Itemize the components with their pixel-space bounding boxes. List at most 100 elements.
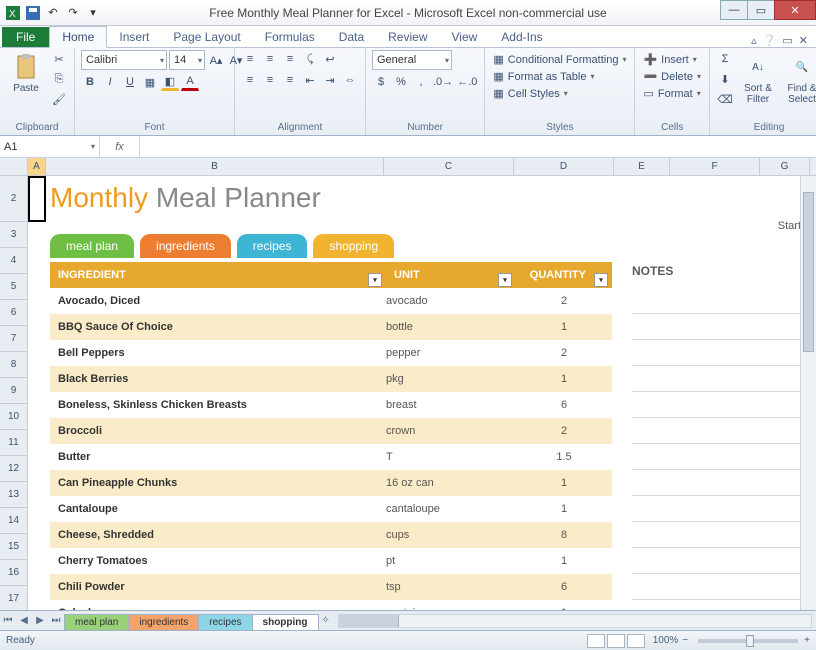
wrap-text-icon[interactable]: ↩ [321,50,339,68]
row-header[interactable]: 11 [0,430,27,456]
table-row[interactable]: Cantaloupecantaloupe1 [50,496,612,522]
font-name-combo[interactable]: Calibri [81,50,167,70]
sheet-tab-meal-plan[interactable]: meal plan [64,614,129,630]
row-header[interactable]: 14 [0,508,27,534]
sort-filter-button[interactable]: A↓ Sort & Filter [738,50,778,105]
underline-button[interactable]: U [121,73,139,91]
notes-line[interactable] [632,496,810,522]
minimize-button[interactable]: — [720,0,748,20]
redo-icon[interactable]: ↷ [64,4,82,22]
zoom-knob[interactable] [746,635,754,647]
row-header[interactable]: 12 [0,456,27,482]
insert-cells-button[interactable]: ➕Insert [641,52,698,67]
notes-line[interactable] [632,470,810,496]
notes-line[interactable] [632,600,810,610]
column-header[interactable]: C [384,158,514,175]
header-unit[interactable]: UNIT▾ [386,269,516,281]
comma-icon[interactable]: , [412,73,430,91]
tab-insert[interactable]: Insert [107,27,161,47]
orientation-icon[interactable]: ⤹ [301,50,319,68]
row-header[interactable]: 9 [0,378,27,404]
view-normal-icon[interactable] [587,634,605,648]
currency-icon[interactable]: $ [372,73,390,91]
notes-line[interactable] [632,366,810,392]
row-header[interactable]: 5 [0,274,27,300]
number-format-combo[interactable]: General [372,50,452,70]
tab-review[interactable]: Review [376,27,439,47]
decrease-decimal-icon[interactable]: ←.0 [456,73,478,91]
column-header[interactable]: F [670,158,760,175]
workbook-close-icon[interactable]: ✕ [799,34,808,47]
copy-icon[interactable]: ⎘ [50,70,68,88]
vertical-scrollbar[interactable] [800,176,816,610]
tab-nav-next-icon[interactable]: ▶ [32,615,48,626]
name-box[interactable]: A1 [0,136,100,157]
delete-cells-button[interactable]: ➖Delete [641,69,703,84]
planner-tab-meal-plan[interactable]: meal plan [50,234,134,258]
table-row[interactable]: Can Pineapple Chunks16 oz can1 [50,470,612,496]
undo-icon[interactable]: ↶ [44,4,62,22]
font-color-icon[interactable]: A [181,73,199,91]
notes-line[interactable] [632,548,810,574]
sheet-tab-ingredients[interactable]: ingredients [128,614,199,630]
horizontal-scrollbar[interactable] [338,614,812,628]
zoom-in-icon[interactable]: + [804,635,810,646]
increase-font-icon[interactable]: A▴ [207,51,225,69]
table-row[interactable]: Broccolicrown2 [50,418,612,444]
conditional-formatting-button[interactable]: ▦Conditional Formatting [491,52,628,67]
row-header[interactable]: 13 [0,482,27,508]
align-right-icon[interactable]: ≡ [281,71,299,89]
paste-button[interactable]: Paste [6,50,46,94]
planner-tab-shopping[interactable]: shopping [313,234,394,258]
filter-dropdown-icon[interactable]: ▾ [368,273,382,287]
new-sheet-icon[interactable]: ✧ [318,615,334,626]
increase-indent-icon[interactable]: ⇥ [321,71,339,89]
sheet-tab-shopping[interactable]: shopping [252,614,319,630]
fx-icon[interactable]: fx [100,136,140,157]
column-header[interactable]: E [614,158,670,175]
notes-line[interactable] [632,444,810,470]
planner-tab-recipes[interactable]: recipes [237,234,308,258]
row-header[interactable]: 6 [0,300,27,326]
filter-dropdown-icon[interactable]: ▾ [594,273,608,287]
row-header[interactable]: 8 [0,352,27,378]
decrease-indent-icon[interactable]: ⇤ [301,71,319,89]
window-restore-icon[interactable]: ▭ [782,34,792,47]
tab-addins[interactable]: Add-Ins [489,27,554,47]
tab-nav-first-icon[interactable]: ⏮ [0,615,16,626]
column-header[interactable]: A [28,158,46,175]
notes-line[interactable] [632,392,810,418]
table-row[interactable]: Cheese, Shreddedcups8 [50,522,612,548]
save-icon[interactable] [24,4,42,22]
zoom-slider[interactable] [698,639,798,643]
tab-home[interactable]: Home [49,26,107,48]
font-size-combo[interactable]: 14 [169,50,205,70]
tab-nav-last-icon[interactable]: ⏭ [48,615,64,626]
row-header[interactable]: 2 [0,176,27,222]
tab-formulas[interactable]: Formulas [253,27,327,47]
cut-icon[interactable]: ✂ [50,50,68,68]
fill-icon[interactable]: ⬇ [716,70,734,88]
find-select-button[interactable]: 🔍 Find & Select [782,50,816,105]
planner-tab-ingredients[interactable]: ingredients [140,234,231,258]
tab-nav-prev-icon[interactable]: ◀ [16,615,32,626]
clear-icon[interactable]: ⌫ [716,90,734,108]
align-left-icon[interactable]: ≡ [241,71,259,89]
bold-button[interactable]: B [81,73,99,91]
border-icon[interactable]: ▦ [141,73,159,91]
scroll-thumb[interactable] [803,192,814,352]
select-all-corner[interactable] [0,158,28,175]
table-row[interactable]: ButterT1.5 [50,444,612,470]
maximize-button[interactable]: ▭ [747,0,775,20]
notes-line[interactable] [632,288,810,314]
table-row[interactable]: Bell Pepperspepper2 [50,340,612,366]
merge-center-icon[interactable]: ⇔ [341,71,359,89]
format-cells-button[interactable]: ▭Format [641,86,702,101]
notes-line[interactable] [632,574,810,600]
table-row[interactable]: BBQ Sauce Of Choicebottle1 [50,314,612,340]
column-header[interactable]: B [46,158,384,175]
column-header[interactable]: D [514,158,614,175]
align-bottom-icon[interactable]: ≡ [281,50,299,68]
cells-area[interactable]: Monthly Meal Planner Start D meal plan i… [28,176,816,610]
qat-customize-icon[interactable]: ▾ [84,4,102,22]
